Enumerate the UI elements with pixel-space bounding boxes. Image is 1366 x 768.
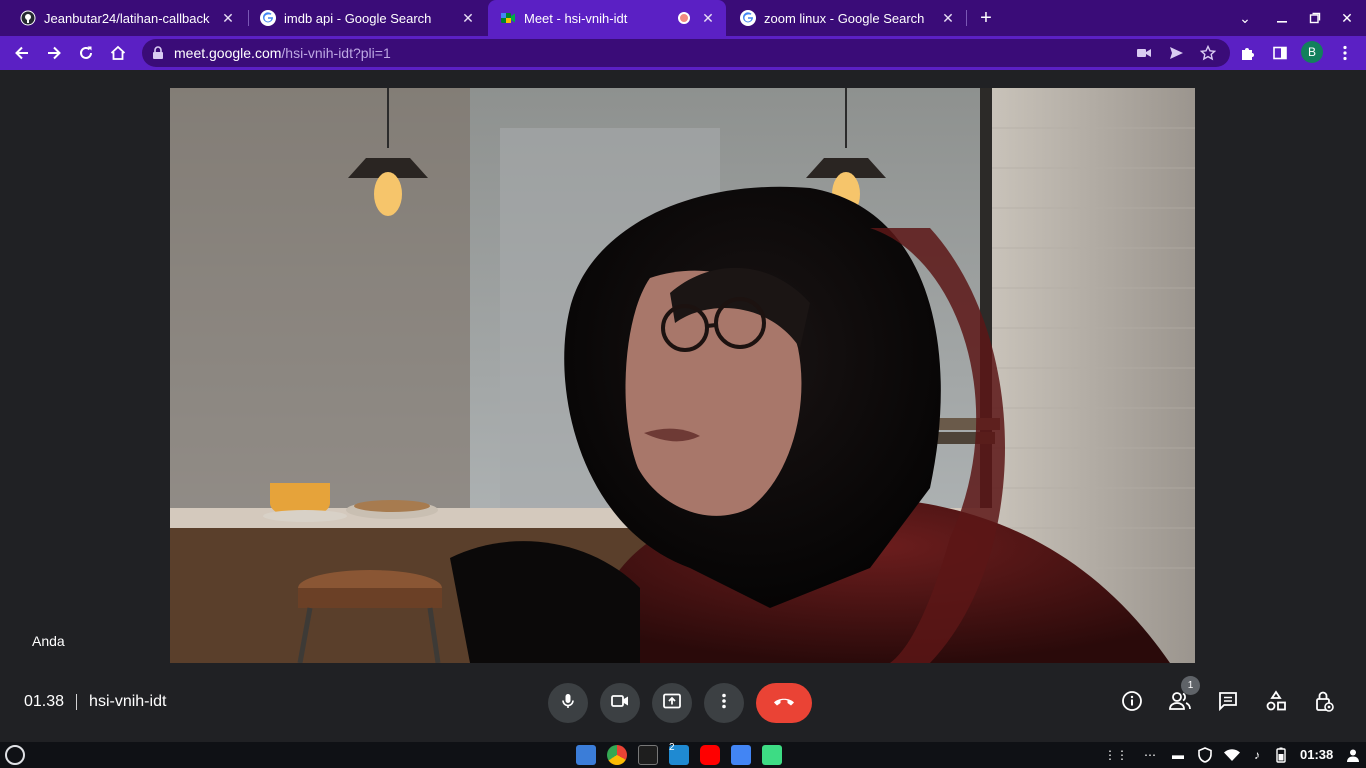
participant-count-badge: 1 (1181, 676, 1200, 695)
tab-title: Meet - hsi-vnih-idt (524, 10, 628, 26)
address-bar[interactable]: meet.google.com/hsi-vnih-idt?pli=1 (142, 39, 1230, 67)
tab-imdb-search[interactable]: imdb api - Google Search ✕ (248, 0, 486, 36)
tab-meet[interactable]: Meet - hsi-vnih-idt ✕ (488, 0, 726, 36)
shield-icon[interactable] (1197, 747, 1213, 763)
vscode-badge: 2 (669, 742, 675, 753)
tab-strip: Jeanbutar24/latihan-callback ✕ imdb api … (0, 0, 1366, 36)
meeting-time: 01.38 (24, 693, 65, 710)
minimize-window-icon[interactable] (1272, 8, 1292, 28)
android-icon[interactable] (762, 745, 782, 765)
docs-icon[interactable] (731, 745, 751, 765)
activities-icon (1265, 689, 1287, 717)
music-note-icon[interactable]: ♪ (1249, 747, 1265, 763)
chrome-icon[interactable] (607, 745, 627, 765)
account-icon[interactable] (1345, 747, 1361, 763)
battery-icon[interactable] (1273, 747, 1289, 763)
chat-icon (1217, 690, 1239, 717)
present-screen-button[interactable] (652, 683, 692, 723)
tab-title: imdb api - Google Search (284, 10, 432, 26)
side-panel-icon[interactable] (1268, 41, 1292, 65)
github-icon (20, 10, 36, 26)
close-tab-icon[interactable]: ✕ (458, 8, 478, 28)
url-host: meet.google.com (174, 45, 282, 61)
meeting-details: 01.38 hsi-vnih-idt (24, 693, 166, 711)
camera-icon (611, 694, 629, 713)
meet-stage: Anda 01.38 hsi-vnih-idt 1 (0, 70, 1366, 742)
info-icon (1121, 690, 1143, 717)
host-controls-button[interactable] (1312, 691, 1336, 715)
wifi-icon[interactable] (1224, 747, 1240, 763)
reload-icon[interactable] (74, 41, 98, 65)
google-icon (260, 10, 276, 26)
url-path: /hsi-vnih-idt?pli=1 (281, 45, 391, 61)
chat-button[interactable] (1216, 691, 1240, 715)
home-icon[interactable] (106, 41, 130, 65)
restore-window-icon[interactable] (1305, 8, 1325, 28)
video-frame (170, 88, 1195, 663)
tab-search-chevron-icon[interactable]: ⌄ (1235, 8, 1255, 28)
send-to-devices-icon[interactable] (1164, 41, 1188, 65)
launcher-icon[interactable] (5, 745, 25, 765)
recording-indicator-icon (678, 12, 690, 24)
apps-grid-icon[interactable]: ⋮⋮ (1104, 747, 1128, 763)
camera-in-use-icon[interactable] (1132, 41, 1156, 65)
mic-icon (559, 692, 577, 715)
tab-zoom-search[interactable]: zoom linux - Google Search ✕ (728, 0, 966, 36)
google-icon (740, 10, 756, 26)
forward-arrow-icon[interactable] (42, 41, 66, 65)
self-tile-label: Anda (32, 633, 65, 649)
browser-toolbar: meet.google.com/hsi-vnih-idt?pli=1 (0, 36, 1366, 70)
meet-icon (500, 10, 516, 26)
browser-menu-icon[interactable] (1333, 41, 1357, 65)
bookmark-star-icon[interactable] (1196, 41, 1220, 65)
self-video-feed (170, 88, 1195, 663)
tab-github[interactable]: Jeanbutar24/latihan-callback ✕ (8, 0, 246, 36)
meet-control-bar: 01.38 hsi-vnih-idt 1 (0, 672, 1366, 742)
close-tab-icon[interactable]: ✕ (218, 8, 238, 28)
camera-button[interactable] (600, 683, 640, 723)
activities-button[interactable] (1264, 689, 1288, 717)
close-window-icon[interactable]: ✕ (1337, 8, 1357, 28)
close-tab-icon[interactable]: ✕ (698, 8, 718, 28)
meeting-code[interactable]: hsi-vnih-idt (89, 693, 166, 711)
meeting-info-button[interactable] (1120, 690, 1144, 717)
back-arrow-icon[interactable] (10, 41, 34, 65)
end-call-icon (772, 694, 796, 712)
os-shelf: 2 ⋮⋮ ⋯ ▬ ♪ 01:38 (0, 742, 1366, 768)
microphone-button[interactable] (548, 683, 588, 723)
tab-title: Jeanbutar24/latihan-callback (44, 10, 210, 26)
tab-divider (966, 10, 967, 26)
more-options-icon (722, 693, 726, 714)
system-clock[interactable]: 01:38 (1300, 747, 1333, 762)
new-tab-button[interactable]: + (976, 7, 996, 29)
meeting-details-divider (76, 694, 78, 710)
lock-icon (152, 46, 164, 60)
host-controls-icon (1313, 689, 1335, 718)
youtube-icon[interactable] (700, 745, 720, 765)
close-tab-icon[interactable]: ✕ (938, 8, 958, 28)
terminal-icon[interactable] (638, 745, 658, 765)
more-options-button[interactable] (704, 683, 744, 723)
files-icon[interactable] (576, 745, 596, 765)
keyboard-icon[interactable]: ▬ (1170, 747, 1186, 763)
end-call-button[interactable] (756, 683, 812, 723)
tab-title: zoom linux - Google Search (764, 10, 925, 26)
profile-avatar[interactable]: B (1301, 41, 1323, 63)
extensions-puzzle-icon[interactable] (1236, 41, 1260, 65)
present-screen-icon (663, 693, 681, 714)
more-tray-icon[interactable]: ⋯ (1142, 747, 1158, 763)
